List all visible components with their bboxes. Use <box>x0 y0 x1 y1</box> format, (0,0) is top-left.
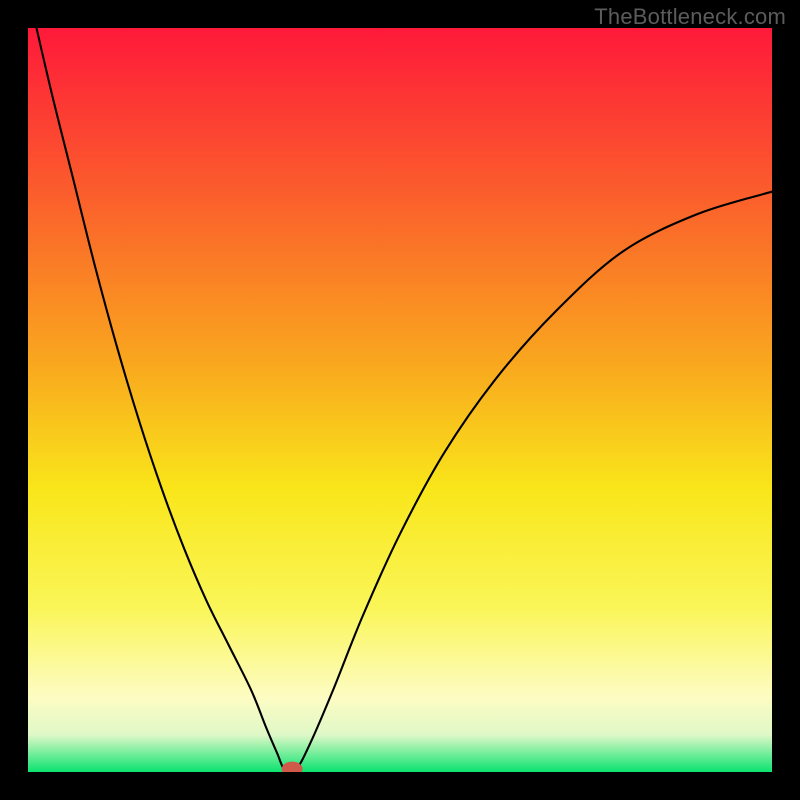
plot-svg <box>28 28 772 772</box>
gradient-background <box>28 28 772 772</box>
watermark-text: TheBottleneck.com <box>594 4 786 30</box>
plot-area <box>28 28 772 772</box>
chart-frame: TheBottleneck.com <box>0 0 800 800</box>
